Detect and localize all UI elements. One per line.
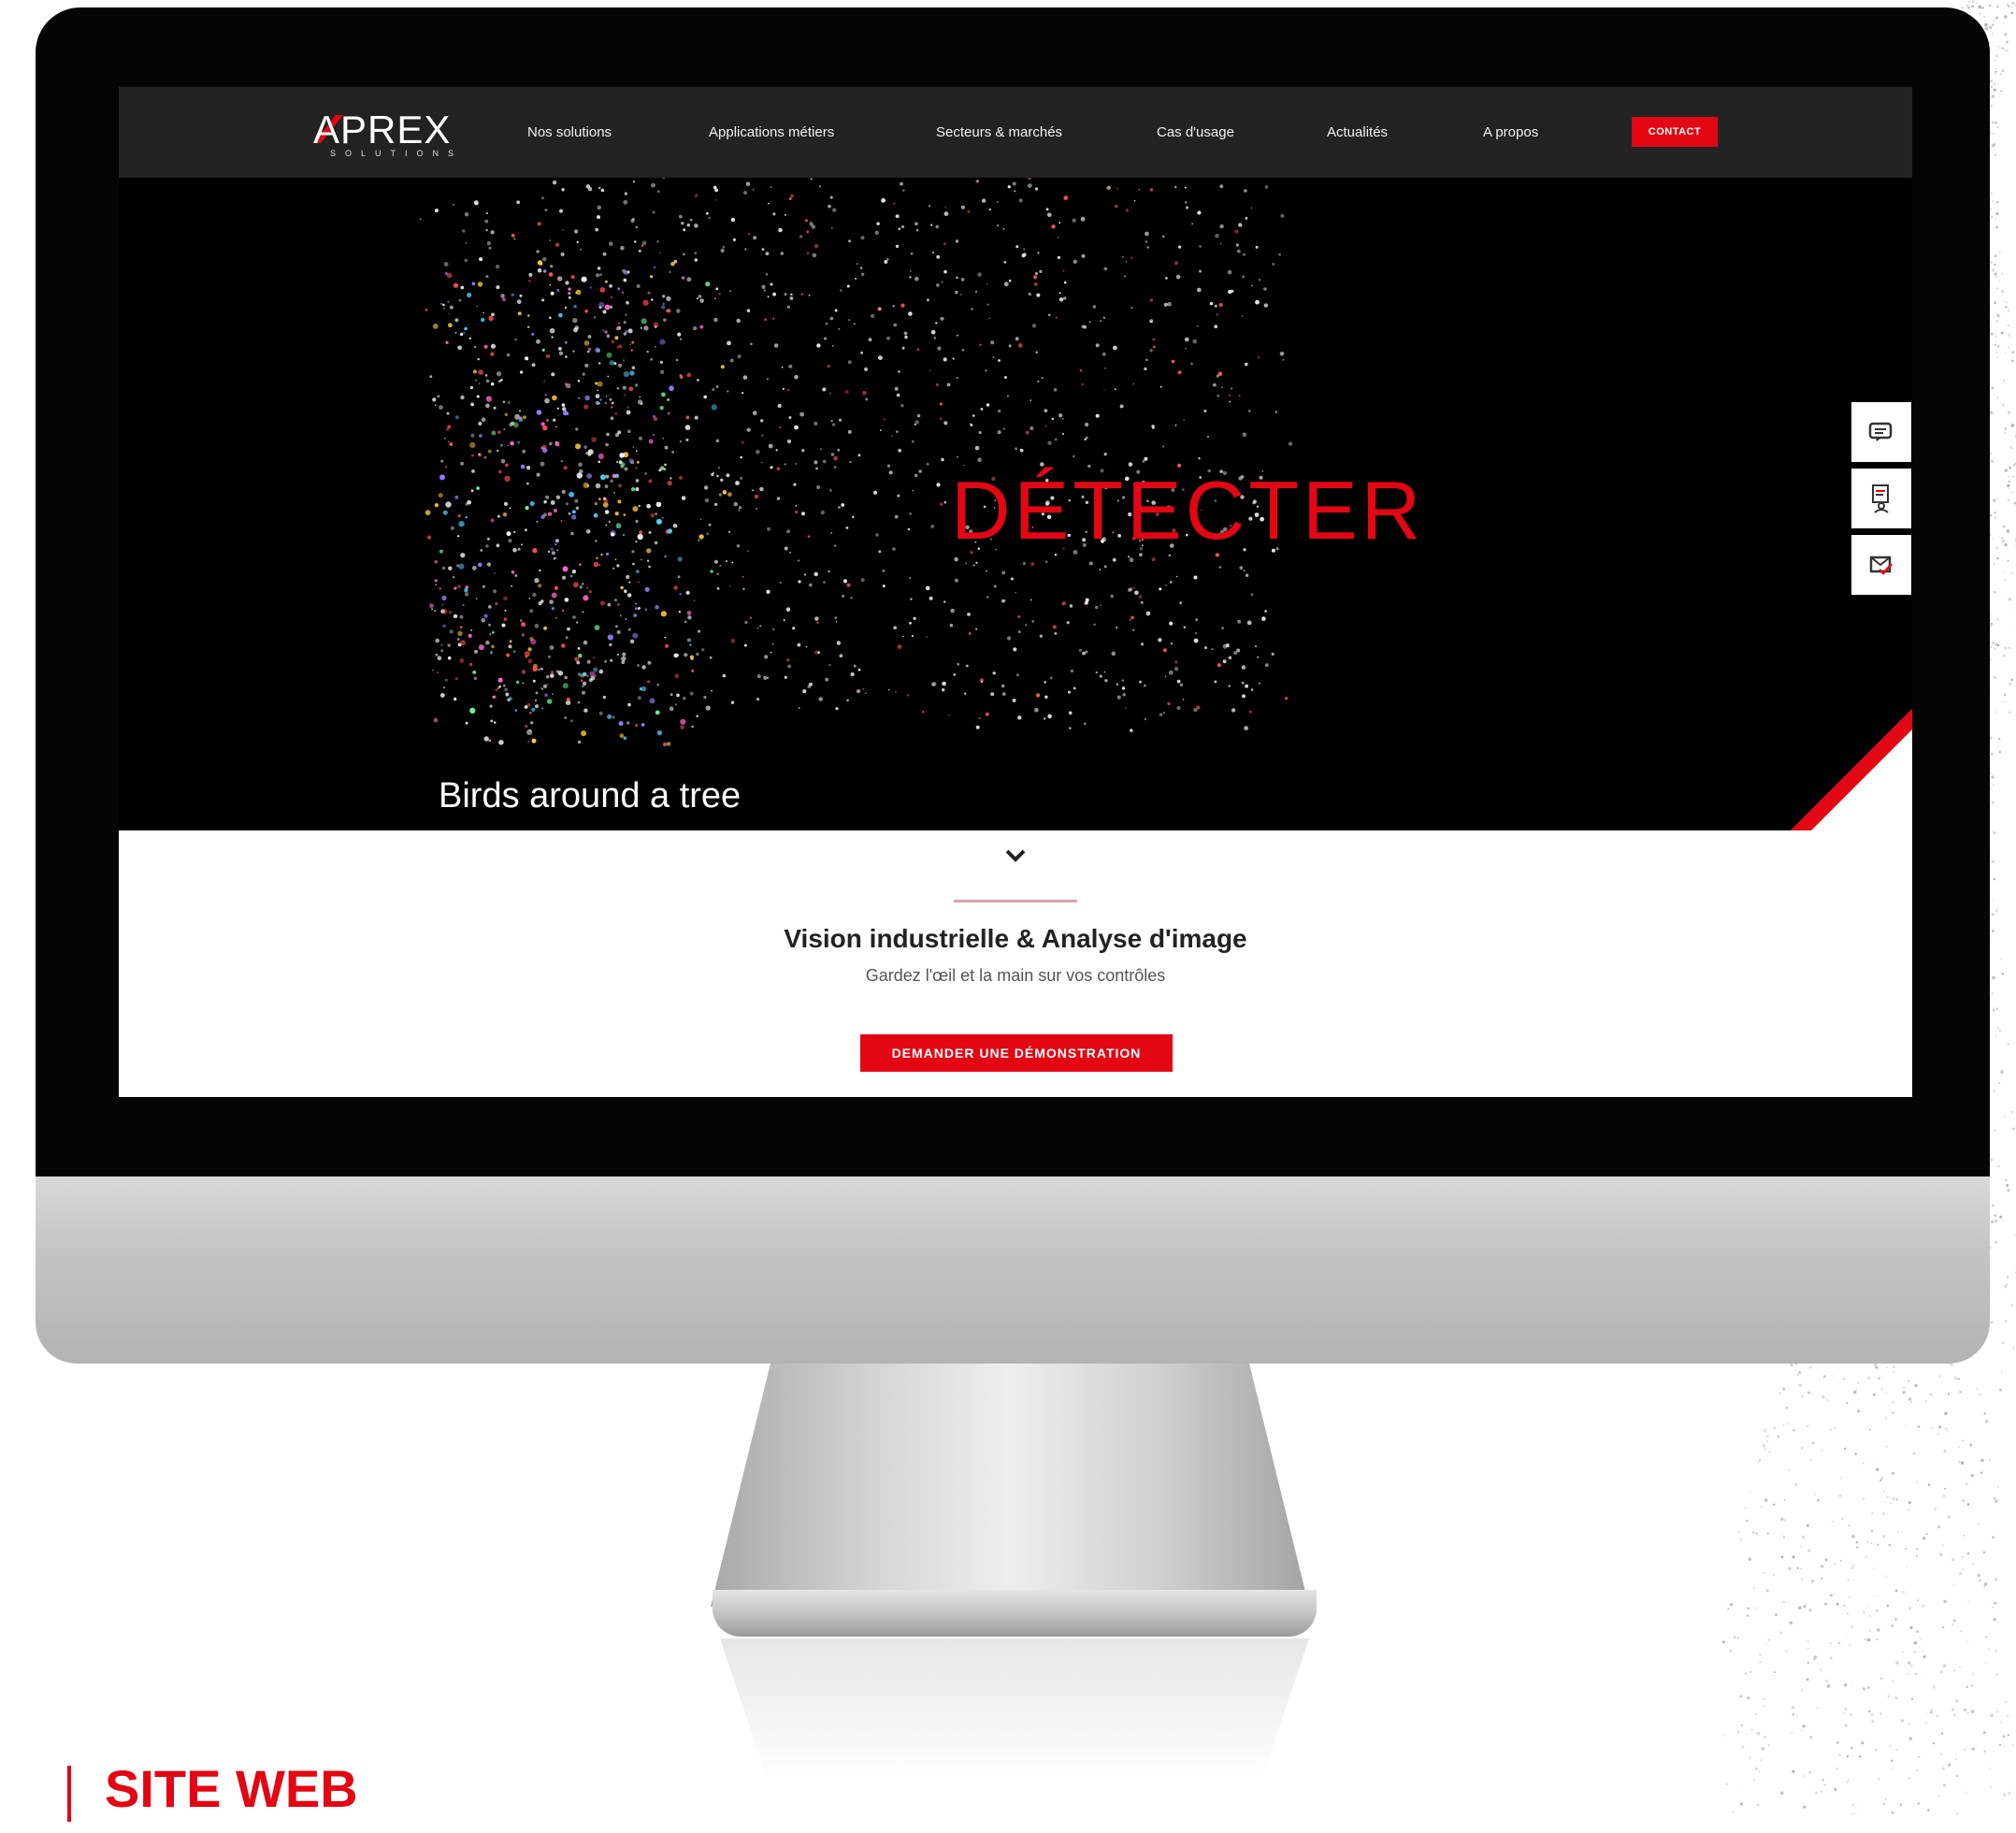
logo-wordmark: APREX: [313, 108, 451, 152]
monitor-stand-base: [713, 1590, 1317, 1637]
section-headline: Vision industrielle & Analyse d'image: [119, 924, 1912, 954]
hero-corner-accent: [1791, 709, 1912, 830]
intro-section: Vision industrielle & Analyse d'image Ga…: [119, 830, 1912, 1097]
chat-button[interactable]: [1851, 402, 1911, 462]
logo-subtitle: SOLUTIONS: [330, 149, 463, 158]
nav-item-about[interactable]: A propos: [1483, 124, 1538, 140]
label-accent-bar: [67, 1766, 71, 1822]
hero-banner: DÉTECTER Birds around a tree: [119, 178, 1912, 830]
nav-item-solutions[interactable]: Nos solutions: [527, 124, 612, 140]
request-demo-button[interactable]: DEMANDER UNE DÉMONSTRATION: [860, 1034, 1173, 1072]
hero-caption: Birds around a tree: [439, 776, 741, 816]
website-screen: APREX SOLUTIONS Nos solutions Applicatio…: [119, 87, 1912, 1097]
chevron-down-icon[interactable]: [1003, 847, 1028, 864]
document-user-icon: [1869, 484, 1894, 513]
monitor-chin: [36, 1176, 1990, 1364]
nav-item-sectors[interactable]: Secteurs & marchés: [936, 124, 1062, 140]
nav-item-applications[interactable]: Applications métiers: [709, 124, 834, 140]
aprex-logo[interactable]: APREX SOLUTIONS: [313, 108, 491, 162]
stand-reflection: [720, 1638, 1309, 1779]
contact-button[interactable]: CONTACT: [1632, 117, 1718, 147]
section-divider: [954, 900, 1077, 902]
document-user-button[interactable]: [1851, 469, 1911, 528]
section-subheadline: Gardez l'œil et la main sur vos contrôle…: [119, 966, 1912, 986]
side-toolbar: [1851, 402, 1911, 601]
mail-check-button[interactable]: [1851, 535, 1911, 595]
chat-icon: [1868, 421, 1894, 443]
hero-headline: DÉTECTER: [951, 463, 1424, 558]
site-web-title: SITE WEB: [105, 1758, 358, 1819]
monitor-stand: [711, 1364, 1309, 1607]
nav-item-news[interactable]: Actualités: [1327, 124, 1388, 140]
top-navbar: APREX SOLUTIONS Nos solutions Applicatio…: [119, 87, 1912, 178]
nav-item-use-cases[interactable]: Cas d'usage: [1157, 124, 1234, 140]
mail-check-icon: [1868, 553, 1894, 577]
